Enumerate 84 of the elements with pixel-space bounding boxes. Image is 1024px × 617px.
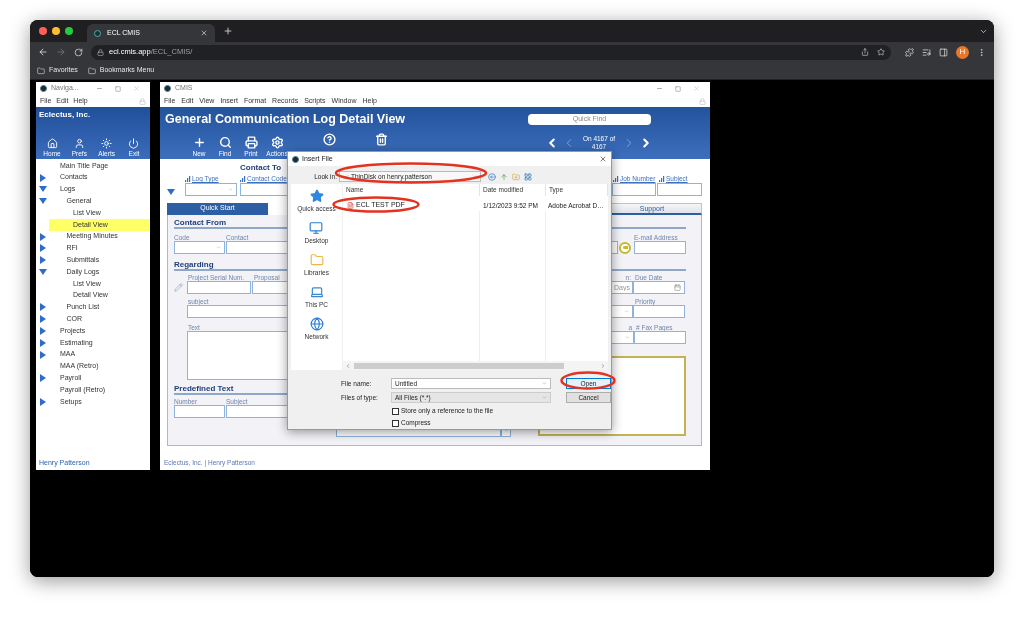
sort-bars-icon — [240, 175, 246, 182]
site-icon — [94, 29, 101, 37]
collapsed-triangle-icon[interactable] — [38, 350, 47, 359]
search-icon — [218, 136, 232, 149]
annotation-ellipse — [560, 371, 616, 390]
home-icon — [46, 138, 58, 149]
section-heading: Regarding — [174, 260, 214, 269]
power-icon — [128, 138, 140, 149]
chevron-down-icon — [542, 395, 547, 400]
fax-pages-field[interactable] — [634, 331, 686, 344]
collapsed-triangle-icon[interactable] — [38, 173, 47, 182]
help-icon — [322, 132, 336, 146]
laptop-icon — [309, 285, 324, 299]
chevron-down-icon — [624, 309, 629, 314]
app-logo-icon — [292, 155, 299, 163]
lock-icon — [139, 97, 146, 105]
collapsed-triangle-icon[interactable] — [38, 327, 47, 336]
number-field[interactable] — [174, 405, 225, 418]
lock-icon — [97, 48, 104, 56]
printer-icon — [244, 136, 258, 149]
collapsed-triangle-icon[interactable] — [38, 397, 47, 406]
folder-icon — [309, 253, 324, 267]
project-serial-field[interactable] — [187, 281, 251, 294]
share-icon[interactable] — [861, 48, 869, 56]
pdf-file-icon — [347, 202, 354, 209]
new-tab-icon[interactable] — [223, 26, 233, 36]
job-number-field[interactable] — [612, 183, 656, 196]
back-icon[interactable] — [38, 47, 48, 57]
expanded-triangle-icon[interactable] — [167, 188, 175, 196]
extensions-icon[interactable] — [905, 47, 914, 57]
collapsed-triangle-icon[interactable] — [38, 244, 47, 253]
checkbox[interactable] — [392, 419, 399, 427]
chevron-down-icon — [228, 187, 233, 192]
subject-field[interactable] — [657, 183, 702, 196]
section-heading: Predefined Text — [174, 384, 234, 393]
plus-icon — [192, 136, 206, 149]
folder-icon — [37, 66, 45, 75]
company-name: Eclectus, Inc. — [39, 109, 92, 121]
app-logo-icon — [164, 85, 171, 92]
side-panel-icon[interactable] — [939, 47, 948, 57]
folder-icon — [87, 66, 96, 75]
bookmark-star-icon[interactable] — [877, 48, 885, 56]
email-field[interactable] — [634, 241, 686, 254]
trash-icon — [374, 132, 388, 146]
settings-icon — [270, 136, 284, 149]
collapsed-triangle-icon[interactable] — [38, 256, 47, 265]
chevron-down-icon — [542, 381, 547, 386]
checkbox[interactable] — [392, 407, 399, 415]
chevron-down-icon — [472, 174, 477, 179]
scroll-left-icon — [345, 362, 351, 369]
view-menu-icon[interactable] — [524, 172, 532, 181]
chevron-down-icon — [216, 245, 221, 250]
expanded-triangle-icon[interactable] — [38, 197, 47, 206]
lock-icon — [699, 97, 706, 105]
app-logo-icon — [40, 85, 47, 92]
collapsed-triangle-icon[interactable] — [38, 338, 47, 347]
page-title: General Communication Log Detail View — [165, 111, 406, 128]
section-heading: Contact To — [240, 163, 283, 173]
collapsed-triangle-icon[interactable] — [38, 374, 47, 383]
close-icon[interactable] — [599, 155, 607, 163]
priority-field[interactable] — [633, 305, 685, 318]
sun-icon — [101, 138, 113, 149]
sort-bars-icon — [613, 175, 619, 182]
person-icon — [73, 138, 85, 149]
due-date-field[interactable] — [633, 281, 685, 294]
star-icon — [309, 189, 324, 203]
reload-icon[interactable] — [74, 47, 83, 57]
sort-bars-icon — [185, 175, 191, 182]
collapsed-triangle-icon[interactable] — [38, 303, 47, 312]
sort-bars-icon — [659, 175, 665, 182]
horizontal-scrollbar[interactable] — [343, 361, 608, 370]
monitor-icon — [309, 221, 324, 235]
close-tab-icon[interactable] — [200, 29, 208, 37]
scroll-right-icon — [600, 362, 606, 369]
expanded-triangle-icon[interactable] — [38, 185, 47, 194]
collapsed-triangle-icon[interactable] — [38, 315, 47, 324]
chevron-down-icon — [625, 335, 630, 340]
collapsed-triangle-icon[interactable] — [38, 232, 47, 241]
globe-icon — [309, 317, 324, 331]
menu-icon[interactable] — [977, 47, 986, 57]
section-heading: Contact From — [174, 218, 226, 227]
calendar-icon — [674, 284, 681, 291]
expanded-triangle-icon[interactable] — [38, 268, 47, 277]
media-list-icon[interactable] — [922, 47, 931, 57]
